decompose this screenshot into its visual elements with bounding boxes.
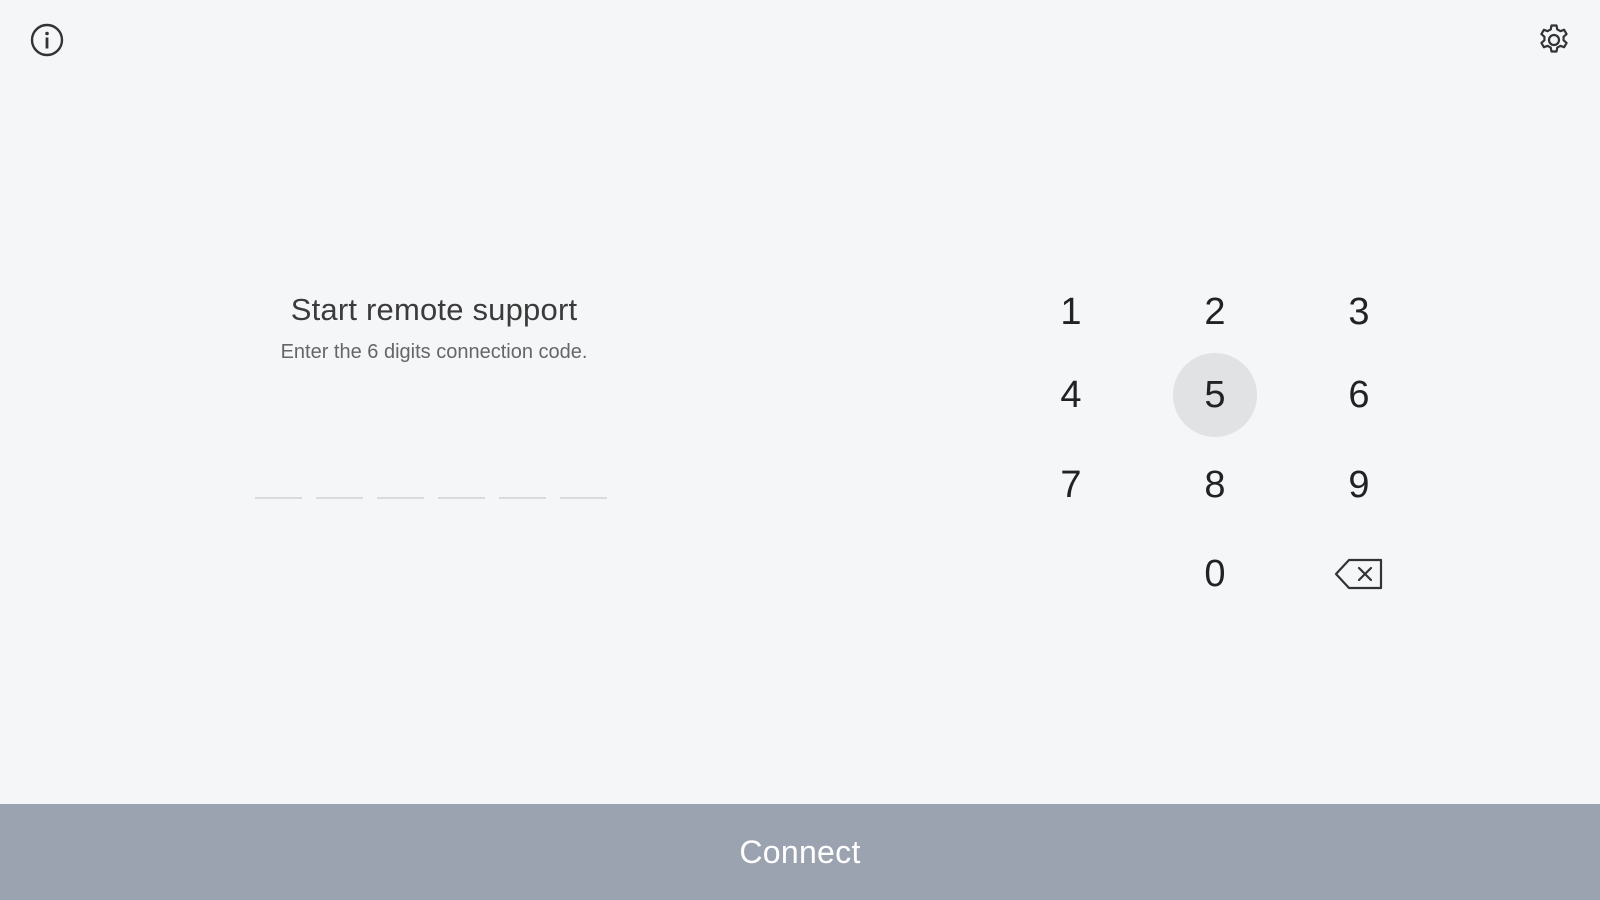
info-button[interactable] [28,21,66,59]
page-title: Start remote support [290,292,578,327]
code-entry-panel: Start remote support Enter the 6 digits … [234,288,634,366]
code-digit-1[interactable] [255,473,302,499]
instruction-text: Enter the 6 digits connection code. [280,341,588,363]
keypad-key-6[interactable]: 6 [1317,353,1401,437]
gear-icon [1536,22,1572,58]
keypad-key-5[interactable]: 5 [1173,353,1257,437]
keypad-key-1[interactable]: 1 [1029,270,1113,354]
connect-button[interactable]: Connect [0,804,1600,900]
connection-code-input[interactable] [255,473,607,499]
code-digit-3[interactable] [377,473,424,499]
code-digit-2[interactable] [316,473,363,499]
code-digit-6[interactable] [560,473,607,499]
backspace-button[interactable] [1317,532,1401,616]
keypad-key-8[interactable]: 8 [1173,443,1257,527]
code-digit-4[interactable] [438,473,485,499]
info-icon [29,22,65,58]
numeric-keypad: 1 2 3 4 5 6 7 8 9 0 [1000,270,1430,620]
keypad-key-4[interactable]: 4 [1029,353,1113,437]
keypad-key-2[interactable]: 2 [1173,270,1257,354]
remote-support-screen: Start remote support Enter the 6 digits … [0,0,1600,900]
keypad-key-7[interactable]: 7 [1029,443,1113,527]
connect-button-label: Connect [739,833,861,870]
backspace-icon [1333,557,1385,591]
keypad-key-0[interactable]: 0 [1173,532,1257,616]
code-digit-5[interactable] [499,473,546,499]
keypad-key-9[interactable]: 9 [1317,443,1401,527]
keypad-key-3[interactable]: 3 [1317,270,1401,354]
settings-button[interactable] [1535,21,1573,59]
